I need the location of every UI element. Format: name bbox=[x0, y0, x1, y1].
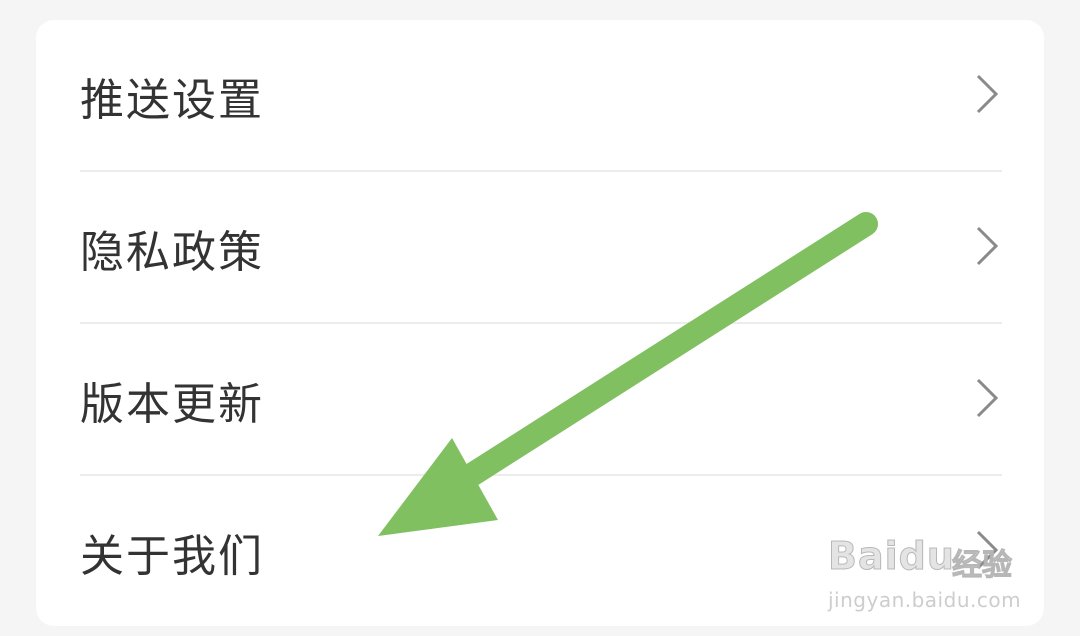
chevron-right-icon bbox=[972, 376, 1002, 424]
menu-item-label: 隐私政策 bbox=[80, 227, 264, 278]
watermark-brand-suffix: 经验 bbox=[952, 548, 1013, 584]
menu-item-label: 关于我们 bbox=[80, 531, 264, 582]
menu-item-privacy-policy[interactable]: 隐私政策 bbox=[80, 172, 1002, 324]
watermark-logo: Baidu 经验 jingyan.baidu.com bbox=[828, 516, 1028, 616]
menu-item-label: 推送设置 bbox=[80, 75, 264, 126]
menu-item-push-settings[interactable]: 推送设置 bbox=[80, 20, 1002, 172]
chevron-right-icon bbox=[972, 224, 1002, 272]
chevron-right-icon bbox=[972, 72, 1002, 120]
watermark-brand: Baidu bbox=[828, 534, 955, 579]
menu-item-version-update[interactable]: 版本更新 bbox=[80, 324, 1002, 476]
watermark-url: jingyan.baidu.com bbox=[828, 588, 1022, 612]
menu-item-label: 版本更新 bbox=[80, 379, 264, 430]
